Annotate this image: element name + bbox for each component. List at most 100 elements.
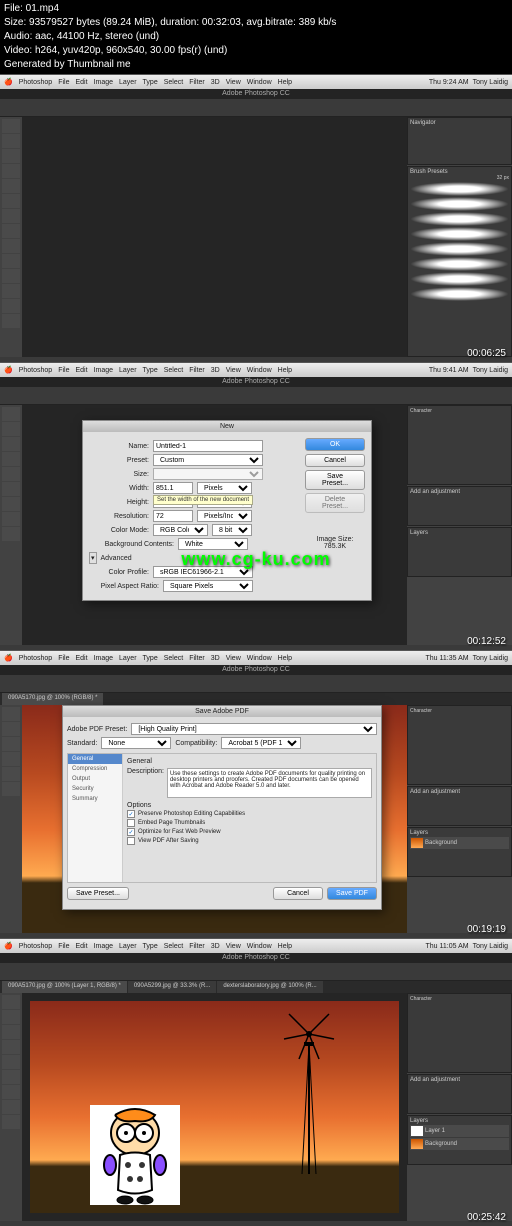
move-tool-icon[interactable] bbox=[2, 707, 20, 721]
character-panel[interactable]: Character bbox=[407, 705, 512, 785]
crop-tool-icon[interactable] bbox=[2, 752, 20, 766]
menu-select[interactable]: Select bbox=[164, 79, 183, 86]
lasso-tool-icon[interactable] bbox=[2, 1025, 20, 1039]
menu-app[interactable]: Photoshop bbox=[19, 367, 52, 374]
character-tab[interactable]: Character bbox=[410, 996, 509, 1002]
checkbox-preserve[interactable]: ✓ bbox=[127, 810, 135, 818]
menu-image[interactable]: Image bbox=[94, 79, 113, 86]
marquee-tool-icon[interactable] bbox=[2, 422, 20, 436]
layer-row[interactable]: Layer 1 bbox=[410, 1125, 509, 1137]
lasso-tool-icon[interactable] bbox=[2, 149, 20, 163]
menu-image[interactable]: Image bbox=[94, 655, 113, 662]
wand-tool-icon[interactable] bbox=[2, 164, 20, 178]
bg-select[interactable]: White bbox=[178, 538, 248, 550]
resolution-units-select[interactable]: Pixels/Inch bbox=[197, 510, 252, 522]
menu-type[interactable]: Type bbox=[143, 79, 158, 86]
character-panel[interactable]: Character bbox=[407, 993, 512, 1073]
menu-app[interactable]: Photoshop bbox=[19, 79, 52, 86]
brush-stroke-preview[interactable] bbox=[410, 242, 509, 256]
preset-select[interactable]: Custom bbox=[153, 454, 263, 466]
menu-3d[interactable]: 3D bbox=[211, 655, 220, 662]
layers-tab[interactable]: Layers bbox=[410, 530, 509, 536]
text-tool-icon[interactable] bbox=[2, 1100, 20, 1114]
menu-filter[interactable]: Filter bbox=[189, 367, 205, 374]
move-tool-icon[interactable] bbox=[2, 119, 20, 133]
menu-layer[interactable]: Layer bbox=[119, 943, 137, 950]
menu-edit[interactable]: Edit bbox=[75, 943, 87, 950]
save-preset-button[interactable]: Save Preset... bbox=[67, 887, 129, 900]
size-select[interactable] bbox=[153, 468, 263, 480]
checkbox-optimize[interactable]: ✓ bbox=[127, 828, 135, 836]
stamp-tool-icon[interactable] bbox=[2, 497, 20, 511]
brush-stroke-preview[interactable] bbox=[410, 212, 509, 226]
compat-select[interactable]: Acrobat 5 (PDF 1.4) bbox=[221, 737, 301, 749]
layers-panel[interactable]: Layers bbox=[407, 527, 512, 577]
menu-select[interactable]: Select bbox=[164, 367, 183, 374]
text-tool-icon[interactable] bbox=[2, 782, 20, 796]
user-name[interactable]: Tony Laidig bbox=[473, 79, 508, 86]
eraser-tool-icon[interactable] bbox=[2, 269, 20, 283]
cancel-button[interactable]: Cancel bbox=[273, 887, 323, 900]
history-brush-icon[interactable] bbox=[2, 254, 20, 268]
document-tab[interactable]: 090A5170.jpg @ 100% (RGB/8) * bbox=[2, 693, 103, 705]
menu-window[interactable]: Window bbox=[247, 79, 272, 86]
menu-file[interactable]: File bbox=[58, 367, 69, 374]
move-tool-icon[interactable] bbox=[2, 995, 20, 1009]
brush-stroke-preview[interactable] bbox=[410, 287, 509, 301]
crop-tool-icon[interactable] bbox=[2, 179, 20, 193]
menu-window[interactable]: Window bbox=[247, 367, 272, 374]
eraser-tool-icon[interactable] bbox=[2, 1085, 20, 1099]
character-tab[interactable]: Character bbox=[410, 708, 509, 714]
menu-window[interactable]: Window bbox=[247, 943, 272, 950]
document-tab[interactable]: 090A5299.jpg @ 33.3% (R... bbox=[128, 981, 216, 993]
pixelaspect-select[interactable]: Square Pixels bbox=[163, 580, 253, 592]
lasso-tool-icon[interactable] bbox=[2, 437, 20, 451]
checkbox-viewafter[interactable] bbox=[127, 837, 135, 845]
marquee-tool-icon[interactable] bbox=[2, 722, 20, 736]
move-tool-icon[interactable] bbox=[2, 407, 20, 421]
layers-tab[interactable]: Layers bbox=[410, 1118, 509, 1124]
section-summary[interactable]: Summary bbox=[68, 794, 122, 804]
menu-filter[interactable]: Filter bbox=[189, 943, 205, 950]
name-input[interactable] bbox=[153, 440, 263, 452]
shape-tool-icon[interactable] bbox=[2, 1115, 20, 1129]
menu-window[interactable]: Window bbox=[247, 655, 272, 662]
stamp-tool-icon[interactable] bbox=[2, 239, 20, 253]
menu-type[interactable]: Type bbox=[143, 655, 158, 662]
menu-view[interactable]: View bbox=[226, 79, 241, 86]
resolution-input[interactable] bbox=[153, 510, 193, 522]
pdf-preset-select[interactable]: [High Quality Print] bbox=[131, 723, 377, 735]
colorprofile-select[interactable]: sRGB IEC61966-2.1 bbox=[153, 566, 253, 578]
user-name[interactable]: Tony Laidig bbox=[473, 943, 508, 950]
text-tool-icon[interactable] bbox=[2, 527, 20, 541]
crop-tool-icon[interactable] bbox=[2, 1055, 20, 1069]
brush-presets-panel[interactable]: Brush Presets 32 px bbox=[407, 166, 512, 357]
menu-help[interactable]: Help bbox=[278, 655, 292, 662]
menu-view[interactable]: View bbox=[226, 655, 241, 662]
document-tab[interactable]: 090A5170.jpg @ 100% (Layer 1, RGB/8) * bbox=[2, 981, 127, 993]
menu-layer[interactable]: Layer bbox=[119, 655, 137, 662]
brush-tool-icon[interactable] bbox=[2, 224, 20, 238]
menu-layer[interactable]: Layer bbox=[119, 79, 137, 86]
layers-panel[interactable]: Layers Layer 1 Background bbox=[407, 1115, 512, 1165]
menu-image[interactable]: Image bbox=[94, 943, 113, 950]
layers-tab[interactable]: Layers bbox=[410, 830, 509, 836]
blur-tool-icon[interactable] bbox=[2, 299, 20, 313]
menu-file[interactable]: File bbox=[58, 943, 69, 950]
user-name[interactable]: Tony Laidig bbox=[473, 367, 508, 374]
apple-icon[interactable]: 🍎 bbox=[4, 654, 13, 662]
apple-icon[interactable]: 🍎 bbox=[4, 366, 13, 374]
character-panel[interactable]: Character bbox=[407, 405, 512, 485]
menu-layer[interactable]: Layer bbox=[119, 367, 137, 374]
menu-app[interactable]: Photoshop bbox=[19, 943, 52, 950]
menu-view[interactable]: View bbox=[226, 367, 241, 374]
section-security[interactable]: Security bbox=[68, 784, 122, 794]
layer-background[interactable]: Background bbox=[410, 837, 509, 849]
menu-edit[interactable]: Edit bbox=[75, 367, 87, 374]
section-general[interactable]: General bbox=[68, 754, 122, 764]
save-preset-button[interactable]: Save Preset... bbox=[305, 470, 365, 490]
menu-3d[interactable]: 3D bbox=[211, 943, 220, 950]
apple-icon[interactable]: 🍎 bbox=[4, 78, 13, 86]
menu-select[interactable]: Select bbox=[164, 943, 183, 950]
heal-tool-icon[interactable] bbox=[2, 209, 20, 223]
